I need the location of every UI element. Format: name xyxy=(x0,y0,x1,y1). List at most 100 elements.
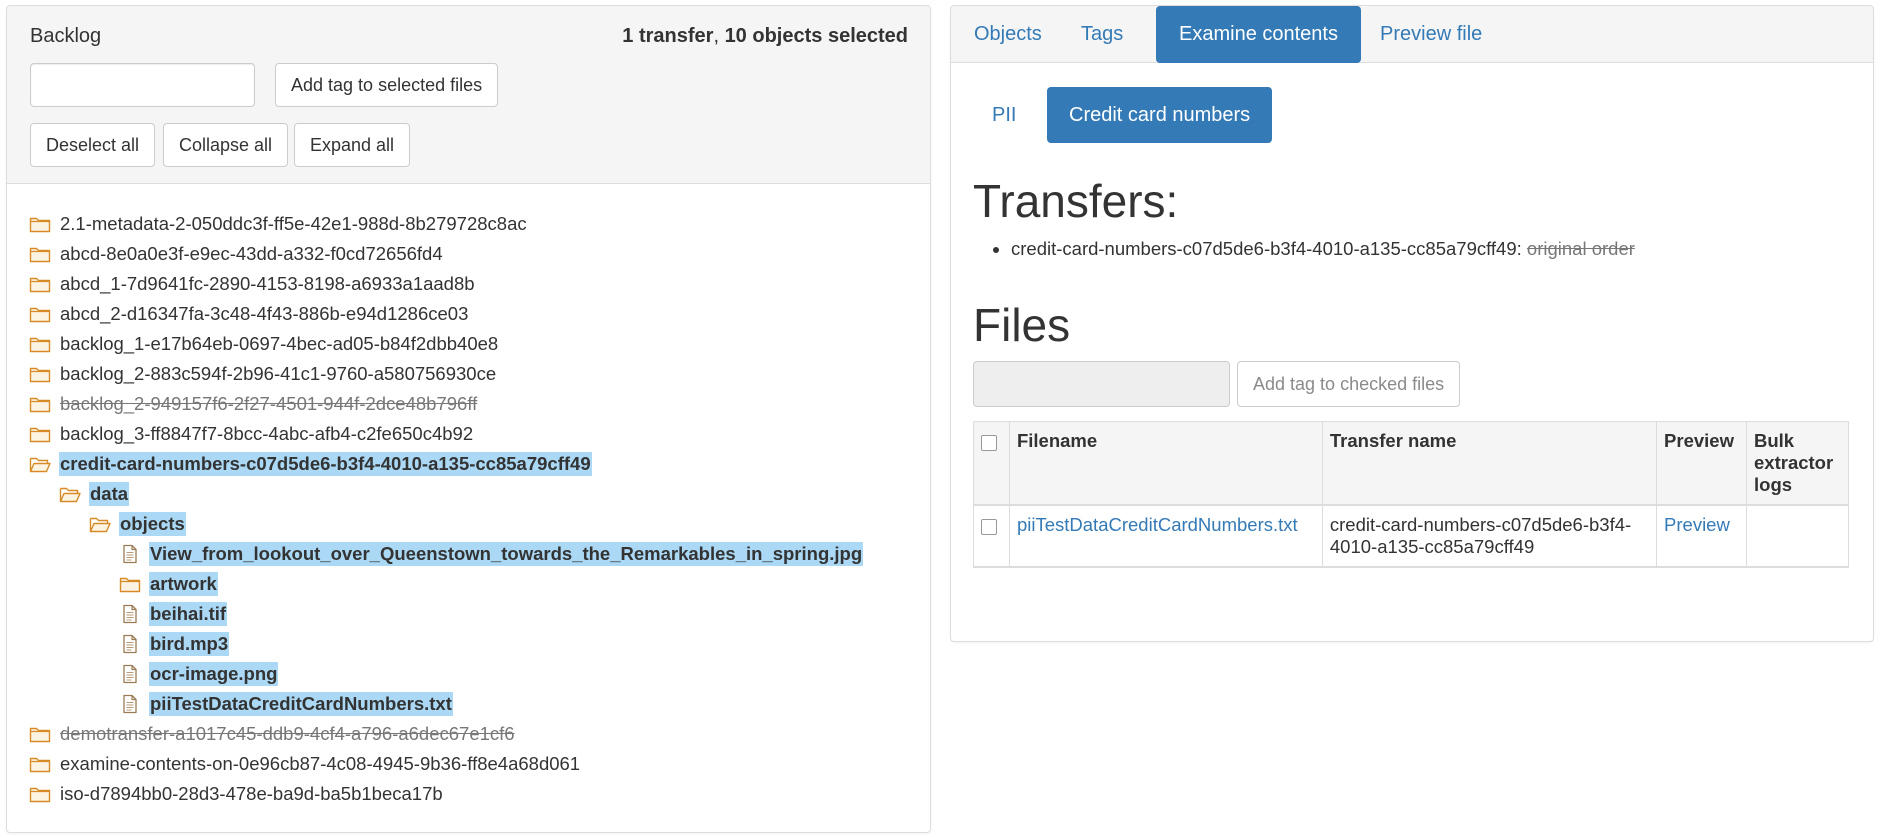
row-checkbox-cell xyxy=(973,504,1010,568)
folder-closed-icon[interactable] xyxy=(29,754,51,774)
tree-item[interactable]: abcd_2-d16347fa-3c48-4f43-886b-e94d1286c… xyxy=(29,299,920,329)
tree-item[interactable]: backlog_1-e17b64eb-0697-4bec-ad05-b84f2d… xyxy=(29,329,920,359)
folder-closed-icon[interactable] xyxy=(29,274,51,294)
tree-item[interactable]: backlog_2-883c594f-2b96-41c1-9760-a58075… xyxy=(29,359,920,389)
tag-input[interactable] xyxy=(30,63,255,107)
tree-item[interactable]: abcd-8e0a0e3f-e9ec-43dd-a332-f0cd72656fd… xyxy=(29,239,920,269)
tree-item[interactable]: View_from_lookout_over_Queenstown_toward… xyxy=(29,539,920,569)
row-checkbox[interactable] xyxy=(981,519,997,535)
file-icon[interactable] xyxy=(119,664,141,684)
tab-preview-file[interactable]: Preview file xyxy=(1357,6,1505,63)
transfer-name: credit-card-numbers-c07d5de6-b3f4-4010-a… xyxy=(1011,238,1522,259)
tree-item[interactable]: 2.1-metadata-2-050ddc3f-ff5e-42e1-988d-8… xyxy=(29,209,920,239)
folder-open-icon[interactable] xyxy=(29,454,51,474)
tree-item[interactable]: examine-contents-on-0e96cb87-4c08-4945-9… xyxy=(29,749,920,779)
collapse-all-button[interactable]: Collapse all xyxy=(163,123,289,167)
tree-item-label[interactable]: backlog_2-883c594f-2b96-41c1-9760-a58075… xyxy=(59,362,497,386)
folder-closed-icon[interactable] xyxy=(29,304,51,324)
folder-open-icon[interactable] xyxy=(89,514,111,534)
folder-open-icon[interactable] xyxy=(59,484,81,504)
objects-count: 10 objects selected xyxy=(724,25,908,47)
add-tag-to-selected-button[interactable]: Add tag to selected files xyxy=(275,63,499,107)
tab-examine-contents[interactable]: Examine contents xyxy=(1156,6,1361,63)
tree-item-label[interactable]: 2.1-metadata-2-050ddc3f-ff5e-42e1-988d-8… xyxy=(59,212,528,236)
column-header-bulk-extractor-logs: Bulk extractor logs xyxy=(1746,421,1849,506)
tree-item-label[interactable]: abcd_2-d16347fa-3c48-4f43-886b-e94d1286c… xyxy=(59,302,469,326)
tree-item-label[interactable]: backlog_3-ff8847f7-8bcc-4abc-afb4-c2fe65… xyxy=(59,422,474,446)
tree-item-label[interactable]: bird.mp3 xyxy=(149,632,230,656)
tree-item-label[interactable]: artwork xyxy=(149,572,218,596)
folder-closed-icon[interactable] xyxy=(29,394,51,414)
tree-item[interactable]: backlog_2-949157f6-2f27-4501-944f-2dce48… xyxy=(29,389,920,419)
tree-item[interactable]: ocr-image.png xyxy=(29,659,920,689)
tab-tags[interactable]: Tags xyxy=(1058,6,1146,63)
tree-item[interactable]: credit-card-numbers-c07d5de6-b3f4-4010-a… xyxy=(29,449,920,479)
selection-summary: 1 transfer, 10 objects selected xyxy=(622,25,908,48)
transfer-list-item: credit-card-numbers-c07d5de6-b3f4-4010-a… xyxy=(1011,238,1635,260)
tree-item[interactable]: beihai.tif xyxy=(29,599,920,629)
deselect-all-button[interactable]: Deselect all xyxy=(30,123,156,167)
tree-item-label[interactable]: data xyxy=(89,482,130,506)
files-tag-input[interactable] xyxy=(973,361,1230,407)
column-header-filename[interactable]: Filename xyxy=(1008,421,1323,506)
add-tag-to-checked-button[interactable]: Add tag to checked files xyxy=(1237,361,1461,407)
tree-item-label[interactable]: examine-contents-on-0e96cb87-4c08-4945-9… xyxy=(59,752,581,776)
tree-item-label[interactable]: beihai.tif xyxy=(149,602,228,626)
filename-link[interactable]: piiTestDataCreditCardNumbers.txt xyxy=(1017,514,1298,535)
tree-item-label[interactable]: abcd-8e0a0e3f-e9ec-43dd-a332-f0cd72656fd… xyxy=(59,242,444,266)
folder-closed-icon[interactable] xyxy=(29,784,51,804)
tree-item-label[interactable]: objects xyxy=(119,512,186,536)
tree-item-label[interactable]: demotransfer-a1017c45-ddb9-4cf4-a796-a6d… xyxy=(59,722,516,746)
column-header-transfer-name[interactable]: Transfer name xyxy=(1321,421,1658,506)
folder-closed-icon[interactable] xyxy=(29,364,51,384)
tree-item[interactable]: iso-d7894bb0-28d3-478e-ba9d-ba5b1beca17b xyxy=(29,779,920,809)
select-all-cell xyxy=(973,421,1010,506)
tree-item-label[interactable]: credit-card-numbers-c07d5de6-b3f4-4010-a… xyxy=(59,452,592,476)
file-icon[interactable] xyxy=(119,694,141,714)
tree-item-label[interactable]: View_from_lookout_over_Queenstown_toward… xyxy=(149,542,864,566)
bulk-extractor-logs-cell xyxy=(1746,504,1849,568)
file-icon[interactable] xyxy=(119,604,141,624)
tree-item-label[interactable]: backlog_1-e17b64eb-0697-4bec-ad05-b84f2d… xyxy=(59,332,499,356)
folder-closed-icon[interactable] xyxy=(29,334,51,354)
tree-item[interactable]: abcd_1-7d9641fc-2890-4153-8198-a6933a1aa… xyxy=(29,269,920,299)
transfer-count: 1 transfer xyxy=(622,25,714,47)
details-panel: Objects Tags Examine contents Preview fi… xyxy=(950,5,1874,642)
tree-item[interactable]: piiTestDataCreditCardNumbers.txt xyxy=(29,689,920,719)
tree-item[interactable]: objects xyxy=(29,509,920,539)
preview-link[interactable]: Preview xyxy=(1664,514,1730,535)
table-row: piiTestDataCreditCardNumbers.txt credit-… xyxy=(973,504,1849,568)
folder-closed-icon[interactable] xyxy=(29,424,51,444)
files-heading: Files xyxy=(973,299,1071,351)
tab-objects[interactable]: Objects xyxy=(951,6,1065,63)
subtab-pii[interactable]: PII xyxy=(970,87,1038,143)
tree-item-label[interactable]: backlog_2-949157f6-2f27-4501-944f-2dce48… xyxy=(59,392,478,416)
folder-closed-icon[interactable] xyxy=(119,574,141,594)
backlog-panel: Backlog 1 transfer, 10 objects selected … xyxy=(6,5,931,833)
original-order-link[interactable]: original order xyxy=(1527,238,1635,259)
folder-closed-icon[interactable] xyxy=(29,244,51,264)
folder-closed-icon[interactable] xyxy=(29,724,51,744)
tree-item-label[interactable]: piiTestDataCreditCardNumbers.txt xyxy=(149,692,453,716)
file-icon[interactable] xyxy=(119,634,141,654)
subtab-credit-card-numbers[interactable]: Credit card numbers xyxy=(1047,87,1273,143)
expand-all-button[interactable]: Expand all xyxy=(294,123,411,167)
tree-item[interactable]: data xyxy=(29,479,920,509)
transfers-heading: Transfers: xyxy=(973,175,1179,227)
preview-cell: Preview xyxy=(1656,504,1747,568)
tree-item-label[interactable]: ocr-image.png xyxy=(149,662,279,686)
file-icon[interactable] xyxy=(119,544,141,564)
tree-item-label[interactable]: iso-d7894bb0-28d3-478e-ba9d-ba5b1beca17b xyxy=(59,782,444,806)
column-header-preview: Preview xyxy=(1656,421,1747,506)
tree-item[interactable]: bird.mp3 xyxy=(29,629,920,659)
tree-item[interactable]: backlog_3-ff8847f7-8bcc-4abc-afb4-c2fe65… xyxy=(29,419,920,449)
backlog-title: Backlog xyxy=(30,25,102,47)
backlog-tree: 2.1-metadata-2-050ddc3f-ff5e-42e1-988d-8… xyxy=(29,209,920,809)
backlog-header: Backlog 1 transfer, 10 objects selected … xyxy=(7,6,930,184)
tree-item-label[interactable]: abcd_1-7d9641fc-2890-4153-8198-a6933a1aa… xyxy=(59,272,476,296)
select-all-checkbox[interactable] xyxy=(981,435,997,451)
tree-item[interactable]: demotransfer-a1017c45-ddb9-4cf4-a796-a6d… xyxy=(29,719,920,749)
tree-item[interactable]: artwork xyxy=(29,569,920,599)
files-table: Filename Transfer name Preview Bulk extr… xyxy=(973,421,1849,568)
folder-closed-icon[interactable] xyxy=(29,214,51,234)
